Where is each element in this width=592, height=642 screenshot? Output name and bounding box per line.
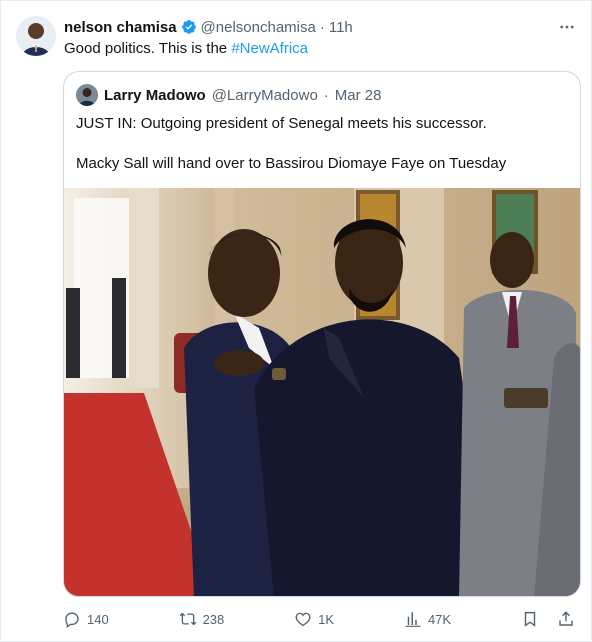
quote-header: Larry Madowo @LarryMadowo · Mar 28	[76, 84, 381, 106]
tweet-header: nelson chamisa @nelsonchamisa · 11h	[64, 17, 353, 37]
avatar-image	[16, 16, 56, 56]
share-icon	[559, 611, 573, 626]
heart-icon	[295, 612, 311, 627]
views-count: 47K	[427, 611, 452, 627]
quote-text-line2: Macky Sall will hand over to Bassirou Di…	[76, 155, 507, 172]
like-button[interactable]: 1K	[294, 610, 334, 628]
quote-author-avatar[interactable]	[76, 84, 98, 106]
tweet-card[interactable]: nelson chamisa @nelsonchamisa · 11h Good…	[0, 0, 592, 642]
author-avatar[interactable]	[16, 16, 56, 56]
quote-text-line1: JUST IN: Outgoing president of Senegal m…	[76, 115, 487, 132]
author-handle[interactable]: @nelsonchamisa	[201, 19, 316, 36]
verified-badge-icon	[181, 19, 197, 35]
quote-author-handle[interactable]: @LarryMadowo	[212, 87, 318, 104]
more-icon	[560, 25, 574, 29]
tweet-time[interactable]: 11h	[329, 19, 353, 36]
author-name[interactable]: nelson chamisa	[64, 19, 177, 36]
quote-author-name[interactable]: Larry Madowo	[104, 87, 206, 104]
tweet-text-plain: Good politics. This is the	[64, 40, 232, 57]
reply-button[interactable]: 140	[63, 610, 109, 628]
views-button[interactable]: 47K	[404, 610, 451, 628]
quoted-tweet[interactable]: Larry Madowo @LarryMadowo · Mar 28 JUST …	[63, 71, 581, 597]
quote-separator-dot: ·	[323, 86, 329, 104]
bookmark-icon	[524, 611, 536, 627]
quote-date[interactable]: Mar 28	[335, 87, 382, 104]
more-button[interactable]	[555, 15, 579, 39]
secondary-actions	[521, 610, 575, 628]
separator-dot: ·	[319, 18, 325, 36]
reply-icon	[65, 612, 79, 628]
hashtag-link[interactable]: #NewAfrica	[231, 40, 308, 57]
like-count: 1K	[318, 611, 335, 627]
action-bar: 140 238 1K 47K	[63, 607, 581, 631]
reply-count: 140	[87, 611, 109, 627]
retweet-button[interactable]: 238	[179, 610, 225, 628]
tweet-text: Good politics. This is the #NewAfrica	[64, 39, 308, 59]
quote-photo[interactable]	[64, 188, 580, 596]
retweet-count: 238	[202, 611, 225, 627]
bookmark-button[interactable]	[521, 610, 539, 628]
retweet-icon	[179, 612, 196, 626]
views-icon	[405, 612, 421, 627]
photo-image	[64, 188, 580, 596]
quote-avatar-image	[76, 84, 98, 106]
share-button[interactable]	[557, 610, 575, 628]
